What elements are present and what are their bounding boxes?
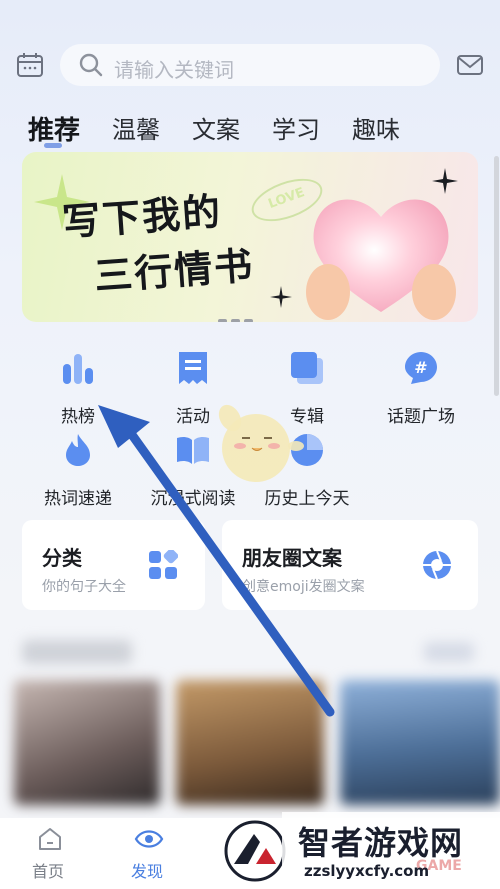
- hashtag-icon: #: [405, 352, 437, 384]
- svg-text:#: #: [414, 358, 427, 377]
- eye-icon[interactable]: [134, 826, 164, 852]
- more-link-blurred[interactable]: [424, 642, 474, 662]
- feature-label: 热词速递: [44, 489, 112, 509]
- album-icon: [291, 352, 323, 384]
- card-subtitle: 你的句子大全: [42, 579, 126, 595]
- watermark-url: zzslyyxcfy.com: [304, 862, 430, 880]
- promo-banner[interactable]: LOVE 写下我的 三行情书: [22, 152, 478, 322]
- watermark-logo: [224, 820, 286, 882]
- content-thumbnail[interactable]: [176, 680, 324, 805]
- card-subtitle: 创意emoji发圈文案: [242, 579, 365, 595]
- grid-icon: [149, 550, 178, 579]
- nav-label-home[interactable]: 首页: [32, 858, 64, 882]
- camera-aperture-icon: [423, 550, 451, 580]
- tab-fun[interactable]: 趣味: [352, 110, 400, 145]
- tab-copywriting[interactable]: 文案: [192, 110, 240, 145]
- star-icon-small: [270, 286, 292, 308]
- calendar-icon[interactable]: [16, 52, 44, 78]
- book-icon: [177, 436, 209, 464]
- flame-icon: [66, 434, 90, 466]
- scrollbar[interactable]: [494, 156, 499, 396]
- feature-hot-list[interactable]: 热榜: [23, 350, 133, 427]
- tab-warm[interactable]: 温馨: [112, 110, 160, 145]
- search-icon: [79, 53, 103, 77]
- banner-title-line1: 写下我的: [60, 189, 224, 245]
- feature-label: 热榜: [61, 407, 95, 427]
- feature-label: 话题广场: [387, 407, 455, 427]
- search-placeholder[interactable]: 请输入关键词: [114, 54, 234, 83]
- banner-title-line2: 三行情书: [92, 243, 256, 299]
- section-heading-blurred: [22, 640, 132, 664]
- star-icon: [432, 168, 458, 194]
- carousel-dots: [218, 308, 257, 322]
- heart-hands-illustration: [306, 199, 456, 320]
- watermark: 智者游戏网 GAME zzslyyxcfy.com: [220, 812, 500, 889]
- mail-icon[interactable]: [456, 52, 484, 78]
- tab-recommend[interactable]: 推荐: [28, 110, 80, 147]
- tab-indicator: [44, 143, 62, 148]
- feature-hot-words[interactable]: 热词速递: [23, 432, 133, 509]
- home-icon[interactable]: [36, 826, 64, 852]
- content-thumbnail[interactable]: [14, 680, 160, 805]
- moments-copy-card[interactable]: 朋友圈文案 创意emoji发圈文案: [222, 520, 478, 610]
- feature-topic-square[interactable]: # 话题广场: [366, 350, 476, 427]
- card-title: 朋友圈文案: [242, 546, 342, 570]
- mascot-chick-illustration: [218, 404, 304, 482]
- tab-study[interactable]: 学习: [272, 110, 320, 145]
- content-thumbnail[interactable]: [340, 680, 500, 805]
- chart-bars-icon: [63, 354, 93, 384]
- nav-label-discover[interactable]: 发现: [131, 858, 163, 882]
- category-card[interactable]: 分类 你的句子大全: [22, 520, 205, 610]
- receipt-icon: [179, 352, 207, 384]
- card-title: 分类: [42, 546, 82, 570]
